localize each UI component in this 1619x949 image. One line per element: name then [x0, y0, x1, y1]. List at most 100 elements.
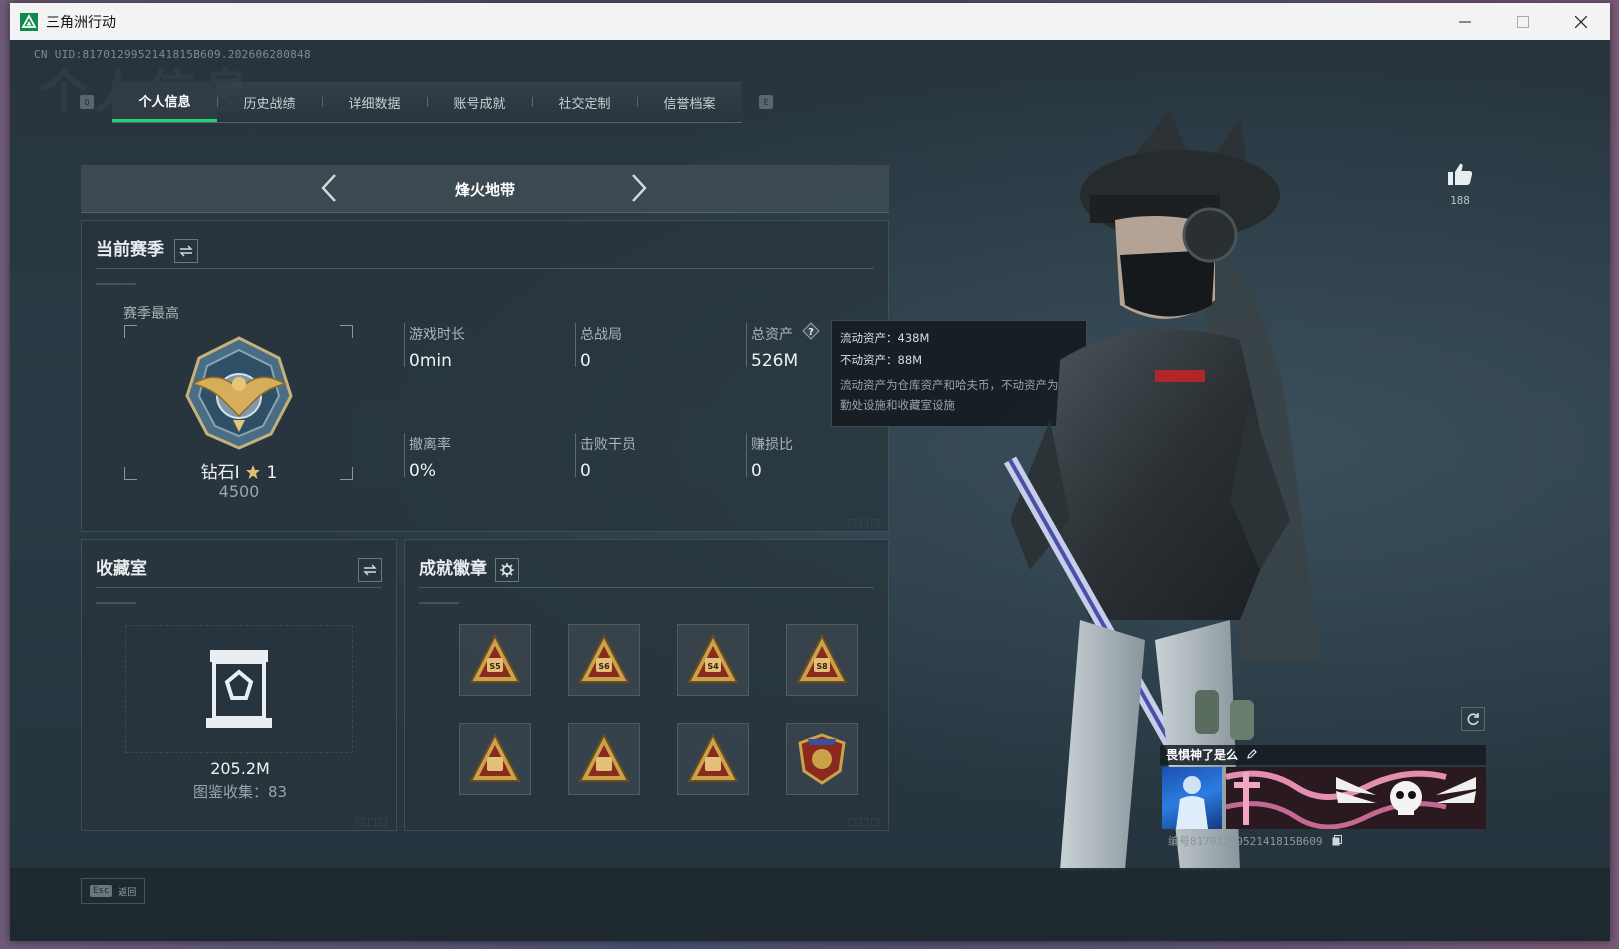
edit-icon[interactable] [1246, 748, 1258, 760]
badge-s8-label: S8 [816, 662, 828, 671]
player-card[interactable]: 畏惧神了是么 [1160, 745, 1486, 829]
tab-social-custom[interactable]: 社交定制 [532, 82, 637, 122]
stat-profit-ratio-value: 0 [751, 461, 762, 481]
stat-extract-rate-value: 0% [409, 461, 436, 481]
player-id-text: 编号8170129952141815B609 [1168, 835, 1323, 848]
tab-next-key[interactable]: E [759, 95, 773, 109]
badge-s8[interactable]: S8 [786, 624, 858, 696]
divider-accent [96, 283, 136, 285]
stat-operators-killed-value: 0 [580, 461, 591, 481]
frame-corner [124, 467, 137, 480]
tab-prev-key[interactable]: Q [80, 95, 94, 109]
game-window: 三角洲行动 个人信息 CN UID:8170129952141815B609.2… [10, 3, 1610, 941]
title-bar: 三角洲行动 [10, 3, 1610, 40]
assets-help-button[interactable]: ? [802, 322, 820, 340]
divider [96, 268, 874, 269]
stat-play-time-label: 游戏时长 [409, 327, 465, 343]
collection-display-case-icon[interactable] [204, 648, 274, 730]
minimize-button[interactable] [1436, 3, 1494, 40]
refresh-icon [1467, 713, 1479, 725]
stat-divider [575, 323, 576, 367]
back-button[interactable]: Esc 返回 [81, 878, 145, 904]
rank-display: 钻石I 1 [174, 458, 304, 483]
close-icon [1575, 15, 1587, 28]
back-label: 返回 [118, 887, 137, 898]
swap-icon [363, 564, 377, 576]
close-button[interactable] [1552, 3, 1610, 40]
minimize-icon [1459, 21, 1471, 22]
badge-s4-icon: S4 [687, 633, 739, 683]
rank-stars: 1 [266, 463, 278, 483]
stat-divider [746, 433, 747, 477]
player-name: 畏惧神了是么 [1166, 748, 1239, 762]
esc-key: Esc [90, 885, 113, 897]
app-logo-icon [20, 12, 38, 31]
frame-corner [340, 325, 353, 338]
collection-title: 收藏室 [96, 559, 147, 579]
svg-text:?: ? [808, 327, 814, 338]
badge-jar[interactable] [568, 723, 640, 795]
maximize-icon [1517, 15, 1529, 28]
stat-divider [404, 323, 405, 367]
season-switch-button[interactable] [174, 239, 198, 263]
rank-name: 钻石I [200, 463, 240, 483]
player-name-bar: 畏惧神了是么 [1160, 745, 1486, 765]
tab-personal-info[interactable]: 个人信息 [112, 82, 217, 122]
season-best-label: 赛季最高 [123, 306, 179, 322]
copy-icon[interactable] [1332, 835, 1343, 846]
like-count: 188 [1450, 194, 1470, 207]
rank-score: 4500 [218, 482, 260, 501]
stat-divider [746, 323, 747, 367]
tab-detailed-data[interactable]: 详细数据 [322, 82, 427, 122]
collection-catalog: 图鉴收集：83 [192, 783, 288, 801]
gear-icon [500, 563, 514, 577]
stat-total-matches-label: 总战局 [580, 327, 622, 343]
stat-operators-killed-label: 击败干员 [580, 437, 636, 453]
tab-bar: 个人信息 历史战绩 详细数据 账号成就 社交定制 信誉档案 [112, 82, 742, 123]
season-panel: 当前赛季 赛季最高 钻石I 1 4500 游戏时长 0min 总战局 0 总资产… [81, 220, 889, 532]
like-button[interactable]: 188 [1442, 162, 1478, 207]
tab-account-achievements[interactable]: 账号成就 [427, 82, 532, 122]
collection-value: 205.2M [210, 759, 270, 778]
player-avatar[interactable] [1162, 767, 1222, 829]
collection-switch-button[interactable] [358, 558, 382, 582]
badge-crate-icon [687, 732, 739, 782]
badge-s8-icon: S8 [796, 633, 848, 683]
player-banner[interactable] [1226, 767, 1486, 829]
badge-s5-icon: S5 [469, 633, 521, 683]
badge-s4-label: S4 [707, 662, 719, 671]
footer-bar: Esc 返回 [10, 868, 1610, 941]
badge-s5[interactable]: S5 [459, 624, 531, 696]
collection-panel: 收藏室 205.2M 图鉴收集：83 □□□ [81, 539, 397, 831]
season-title: 当前赛季 [96, 240, 164, 260]
badge-shield[interactable] [786, 723, 858, 795]
badge-s6-icon: S6 [578, 633, 630, 683]
badge-s4[interactable]: S4 [677, 624, 749, 696]
tab-credit-record[interactable]: 信誉档案 [637, 82, 742, 122]
mode-selector: 烽火地带 [81, 165, 889, 213]
stat-extract-rate-label: 撤离率 [409, 437, 451, 453]
star-icon [246, 465, 261, 479]
badge-s6[interactable]: S6 [568, 624, 640, 696]
player-id: 编号8170129952141815B609 [1168, 833, 1343, 849]
badge-trophy-icon [469, 732, 521, 782]
panel-deco: □□□ [847, 817, 882, 828]
stat-profit-ratio-label: 赚损比 [751, 437, 793, 453]
mode-next-button[interactable] [621, 171, 655, 205]
help-icon: ? [802, 322, 820, 340]
maximize-button[interactable] [1494, 3, 1552, 40]
window-title: 三角洲行动 [46, 14, 116, 31]
stat-total-matches-value: 0 [580, 351, 591, 371]
badge-s5-label: S5 [489, 662, 501, 671]
tab-history[interactable]: 历史战绩 [217, 82, 322, 122]
divider [419, 587, 874, 588]
badge-trophy[interactable] [459, 723, 531, 795]
badge-crate[interactable] [677, 723, 749, 795]
stat-divider [575, 433, 576, 477]
refresh-button[interactable] [1461, 707, 1485, 731]
stat-total-assets-label: 总资产 [751, 327, 793, 343]
achievements-settings-button[interactable] [495, 558, 519, 582]
frame-corner [124, 325, 137, 338]
achievements-title: 成就徽章 [419, 559, 487, 579]
frame-corner [340, 467, 353, 480]
